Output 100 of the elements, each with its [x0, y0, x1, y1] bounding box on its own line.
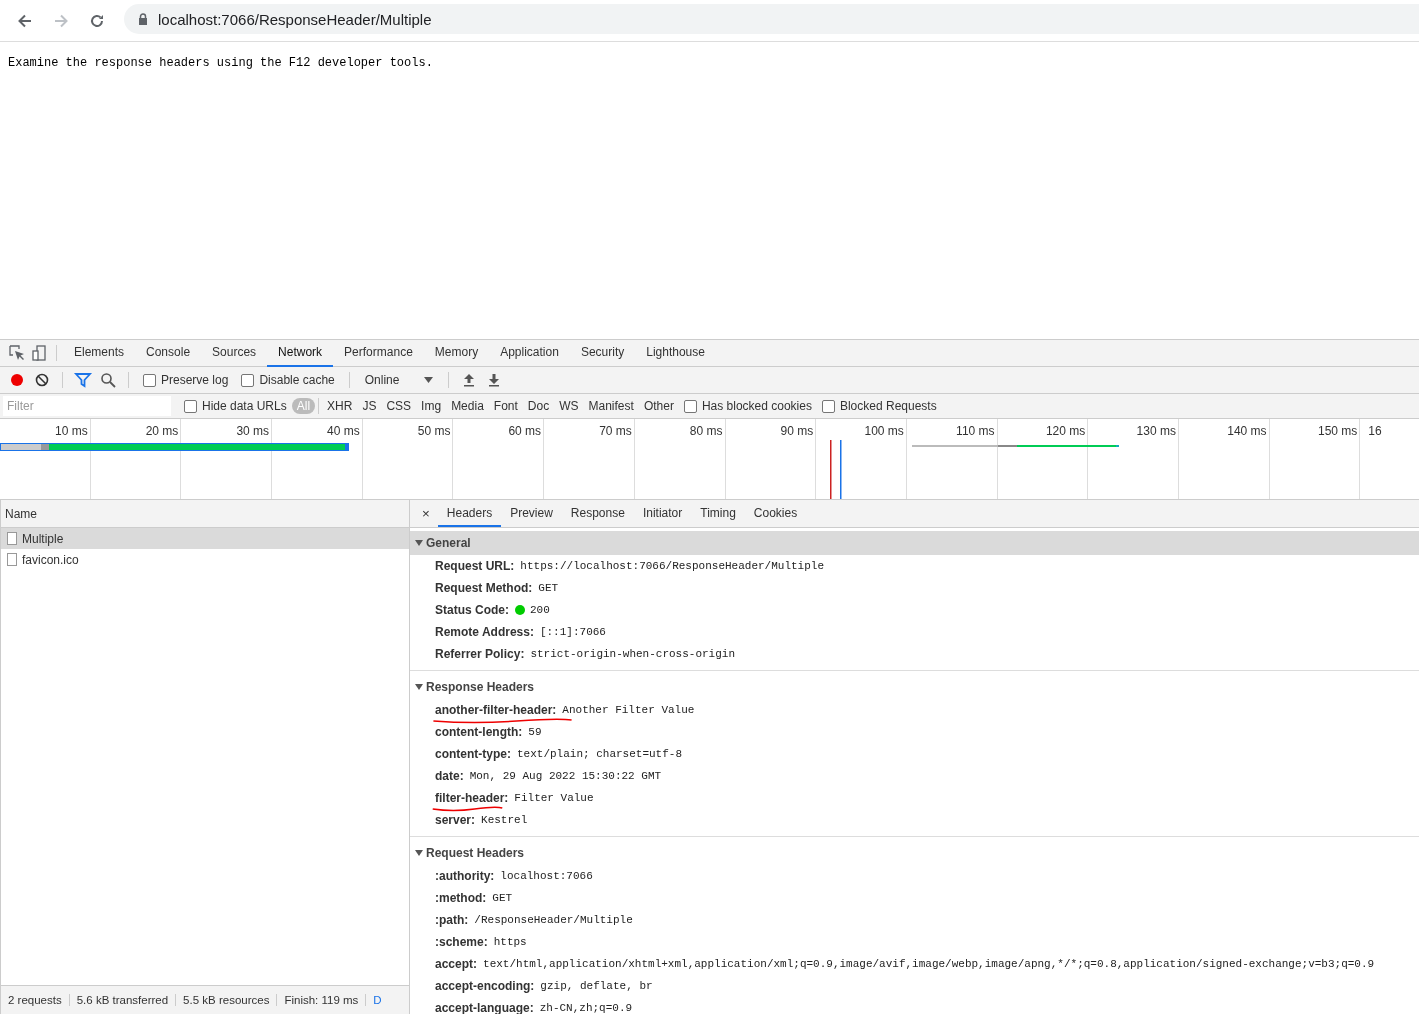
header-value: text/html,application/xhtml+xml,application/xml;q=0.9,image/avif,image/webp,image/apng,*/*;q=0.8,application/signed-exchange;v=b3;q=0.9 [483, 958, 1375, 970]
document-icon [7, 532, 17, 545]
header-name: Request Method: [435, 581, 533, 595]
checkbox[interactable]: Disable cache [241, 373, 335, 387]
type-filter[interactable]: Doc [522, 398, 555, 414]
panel-tab[interactable]: Sources [201, 339, 268, 367]
detail-tab[interactable]: Response [561, 500, 634, 527]
type-filter[interactable]: JS [357, 398, 382, 414]
detail-tab[interactable]: Preview [501, 500, 562, 527]
header-value: /ResponseHeader/Multiple [474, 914, 633, 926]
time-tick-label: 70 ms [599, 424, 632, 440]
panel-tab[interactable]: Application [489, 339, 570, 367]
checkbox[interactable]: Blocked Requests [821, 399, 937, 413]
back-icon[interactable] [16, 12, 34, 30]
time-tick-label: 100 ms [864, 424, 904, 440]
header-value: Filter Value [514, 792, 594, 804]
reload-icon[interactable] [88, 12, 106, 30]
header-name: Remote Address: [435, 625, 534, 639]
header-value: Mon, 29 Aug 2022 15:30:22 GMT [469, 770, 662, 782]
section-header[interactable]: Request Headers [410, 841, 1419, 865]
header-value: Kestrel [481, 814, 528, 826]
panel-tab[interactable]: Elements [63, 339, 136, 367]
type-filter[interactable]: CSS [381, 398, 417, 414]
header-name: :authority: [435, 869, 495, 883]
header-value: Another Filter Value [562, 704, 695, 716]
detail-tab[interactable]: Cookies [744, 500, 807, 527]
time-tick-label: 150 ms [1317, 424, 1358, 440]
header-name: accept: [435, 957, 478, 971]
header-name: :scheme: [435, 935, 488, 949]
time-tick-label: 90 ms [780, 424, 814, 440]
header-name: content-length: [435, 725, 523, 739]
time-tick-label: 10 ms [55, 424, 88, 440]
request-name: favicon.ico [22, 552, 79, 567]
time-tick-label: 30 ms [236, 424, 270, 440]
header-value: 200 [530, 604, 550, 616]
page-text: Examine the response headers using the F12 developer tools. [8, 56, 434, 70]
address-bar[interactable]: localhost:7066/ResponseHeader/Multiple [124, 4, 1419, 34]
header-name: :method: [435, 891, 487, 905]
triangle-icon [415, 849, 423, 857]
time-tick-label: 20 ms [145, 424, 179, 440]
detail-tab[interactable]: Timing [691, 500, 745, 527]
type-filter[interactable]: Font [488, 398, 523, 414]
summary-text: 5.5 kB resources [176, 994, 278, 1006]
header-value: zh-CN,zh;q=0.9 [539, 1002, 633, 1014]
detail-tab[interactable]: Initiator [633, 500, 692, 527]
request-row[interactable]: Multiple [1, 528, 409, 549]
section-header[interactable]: General [410, 531, 1419, 555]
header-name: filter-header: [435, 791, 509, 805]
triangle-icon [415, 539, 423, 547]
header-value: 59 [528, 726, 542, 738]
header-value: localhost:7066 [500, 870, 593, 882]
caret-icon [423, 377, 433, 383]
type-filter[interactable]: Other [638, 398, 679, 414]
header-name: server: [435, 813, 476, 827]
lock-icon [138, 13, 148, 25]
close-button[interactable]: × [414, 506, 438, 521]
time-tick-label: 80 ms [689, 424, 723, 440]
panel-tab[interactable]: Security [569, 339, 636, 367]
filter-field[interactable]: Filter [3, 396, 171, 416]
time-tick-label: 16 [1368, 424, 1382, 440]
type-filter[interactable]: WS [554, 398, 584, 414]
time-tick-label: 50 ms [417, 424, 451, 440]
time-tick-label: 110 ms [956, 424, 995, 440]
underline-mark [432, 806, 503, 812]
time-tick-label: 130 ms [1136, 424, 1176, 440]
time-tick-label: 40 ms [327, 424, 360, 440]
header-value: GET [538, 582, 559, 594]
header-name: accept-language: [435, 1001, 534, 1014]
document-icon [7, 553, 17, 566]
column-header[interactable]: Name [1, 500, 409, 528]
header-name: Request URL: [435, 559, 515, 573]
throttling-dropdown[interactable]: Online [358, 373, 439, 387]
type-filter[interactable]: Img [416, 398, 447, 414]
checkbox[interactable]: Hide data URLs [184, 399, 287, 413]
checkbox[interactable]: Preserve log [143, 373, 229, 387]
header-name: Referrer Policy: [435, 647, 525, 661]
panel-tab[interactable]: Console [135, 339, 202, 367]
detail-tab[interactable]: Headers [437, 500, 502, 527]
time-tick-label: 60 ms [508, 424, 542, 440]
summary-text: 2 requests [1, 994, 70, 1006]
time-tick-label: 120 ms [1045, 424, 1086, 440]
type-filter[interactable]: XHR [322, 398, 358, 414]
header-name: accept-encoding: [435, 979, 535, 993]
url-text: localhost:7066/ResponseHeader/Multiple [158, 10, 432, 28]
header-value: gzip, deflate, br [540, 980, 653, 992]
type-filter[interactable]: Manifest [583, 398, 639, 414]
request-name: Multiple [22, 531, 64, 546]
panel-tab[interactable]: Performance [333, 339, 424, 367]
checkbox[interactable]: Has blocked cookies [683, 399, 812, 413]
header-name: content-type: [435, 747, 511, 761]
header-value: strict-origin-when-cross-origin [530, 648, 735, 660]
header-name: another-filter-header: [435, 703, 557, 717]
type-filter[interactable]: Media [446, 398, 489, 414]
header-value: text/plain; charset=utf-8 [517, 748, 683, 760]
section-header[interactable]: Response Headers [410, 675, 1419, 699]
header-name: date: [435, 769, 464, 783]
panel-tab[interactable]: Lighthouse [635, 339, 716, 367]
panel-tab[interactable]: Memory [423, 339, 490, 367]
summary-link[interactable]: D [366, 994, 382, 1006]
request-row[interactable]: favicon.ico [1, 549, 409, 570]
